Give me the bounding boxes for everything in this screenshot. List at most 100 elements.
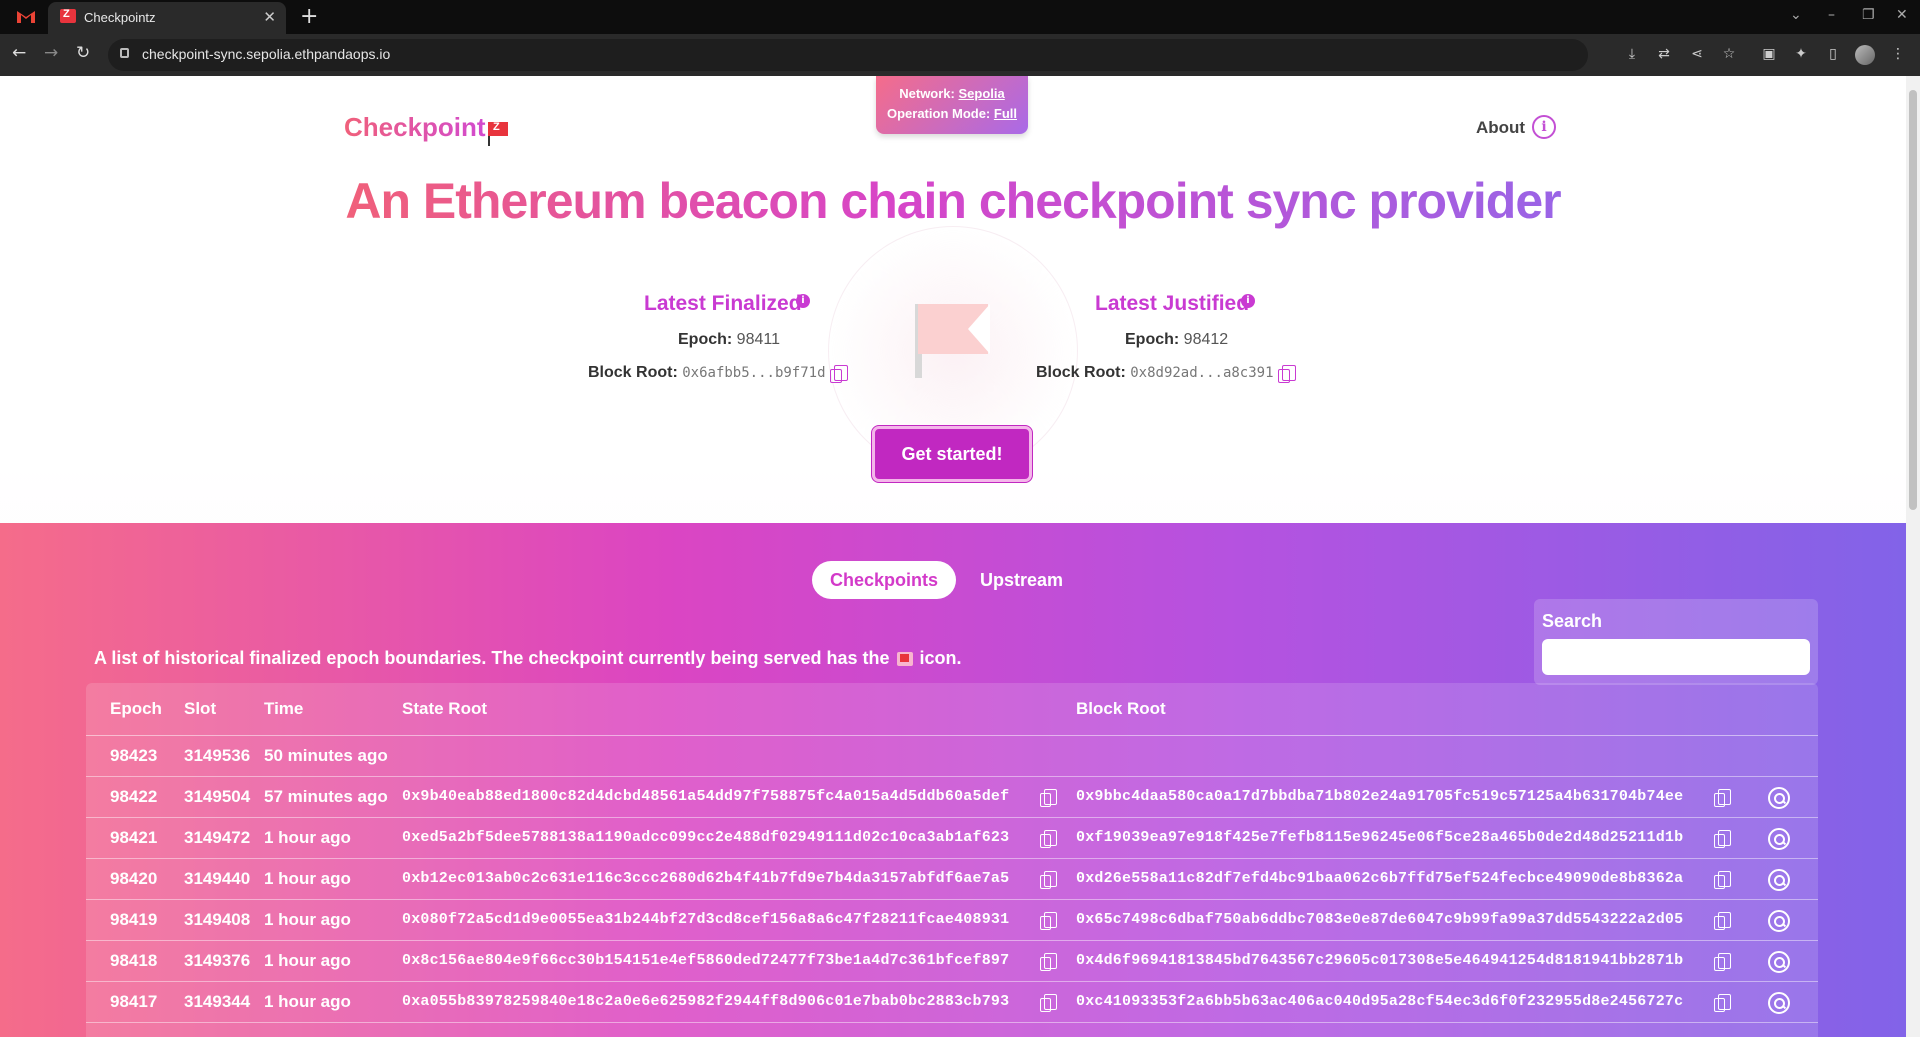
table-row[interactable]: 98422 3149504 57 minutes ago 0x9b40eab88… <box>86 777 1818 818</box>
inspect-search-icon[interactable] <box>1768 828 1790 850</box>
mode-link[interactable]: Full <box>994 106 1017 121</box>
about-info-icon[interactable]: i <box>1532 115 1556 139</box>
cell-block-root: 0x9bbc4daa580ca0a17d7bbdba71b802e24a9170… <box>1076 788 1684 805</box>
browser-tab[interactable]: Checkpointz ✕ <box>48 2 286 34</box>
tab-close-icon[interactable]: ✕ <box>263 8 276 26</box>
page-content: Network: Sepolia Operation Mode: Full Ch… <box>0 76 1906 1037</box>
inspect-search-icon[interactable] <box>1768 787 1790 809</box>
description-suffix: icon. <box>919 648 962 668</box>
description-text: A list of historical finalized epoch bou… <box>94 648 890 668</box>
tab-upstream[interactable]: Upstream <box>980 561 1100 599</box>
checkpoints-table: Epoch Slot Time State Root Block Root 98… <box>86 683 1818 1037</box>
search-panel: Search <box>1534 599 1818 685</box>
install-icon[interactable]: ⤓ <box>1624 46 1640 62</box>
address-bar[interactable]: checkpoint-sync.sepolia.ethpandaops.io <box>108 39 1588 71</box>
copy-icon[interactable] <box>1714 830 1731 848</box>
logo-text[interactable]: Checkpoint <box>344 112 486 143</box>
copy-icon[interactable] <box>1040 789 1057 807</box>
scrollbar-thumb[interactable] <box>1909 90 1917 510</box>
served-flag-icon <box>896 652 913 667</box>
tab-title: Checkpointz <box>84 10 156 25</box>
cell-block-root: 0x4d6f96941813845bd7643567c29605c017308e… <box>1076 952 1684 969</box>
inspect-search-icon[interactable] <box>1768 992 1790 1014</box>
header-state-root[interactable]: State Root <box>402 699 487 719</box>
gmail-icon[interactable] <box>16 8 36 24</box>
copy-icon[interactable] <box>1714 789 1731 807</box>
cell-slot: 3149472 <box>184 828 251 847</box>
table-row[interactable]: 98420 3149440 1 hour ago 0xb12ec013ab0c2… <box>86 859 1818 900</box>
cell-time: 57 minutes ago <box>264 787 388 806</box>
restore-icon[interactable]: ❐ <box>1862 7 1875 23</box>
copy-icon[interactable] <box>1714 912 1731 930</box>
translate-icon[interactable]: ⇄ <box>1656 46 1672 62</box>
justified-root-value: 0x8d92ad...a8c391 <box>1130 365 1274 381</box>
new-tab-button[interactable]: + <box>300 4 318 29</box>
justified-root: Block Root: 0x8d92ad...a8c391 <box>1036 364 1296 383</box>
forward-button[interactable]: → <box>44 43 58 63</box>
cell-slot: 3149440 <box>184 869 251 888</box>
network-badge: Network: Sepolia Operation Mode: Full <box>876 76 1028 134</box>
menu-kebab-icon[interactable]: ⋮ <box>1890 46 1906 62</box>
table-row[interactable]: 98421 3149472 1 hour ago 0xed5a2bf5dee57… <box>86 818 1818 859</box>
mode-label: Operation Mode: <box>886 106 991 121</box>
extension-icon[interactable]: ▣ <box>1761 46 1777 62</box>
header-slot[interactable]: Slot <box>184 699 216 719</box>
cell-slot: 3149344 <box>184 992 251 1011</box>
table-row[interactable]: 98418 3149376 1 hour ago 0x8c156ae804e9f… <box>86 941 1818 982</box>
network-link[interactable]: Sepolia <box>959 86 1005 101</box>
get-started-button[interactable]: Get started! <box>872 426 1032 482</box>
headline-text: An Ethereum beacon chain checkpoint sync… <box>345 173 1561 229</box>
cell-epoch: 98419 <box>110 910 158 929</box>
cell-time: 1 hour ago <box>264 910 351 929</box>
copy-icon[interactable] <box>1040 912 1057 930</box>
copy-icon[interactable] <box>1277 364 1296 383</box>
minimize-icon[interactable]: – <box>1828 7 1835 23</box>
window-close-icon[interactable]: ✕ <box>1896 7 1908 23</box>
url-text[interactable]: checkpoint-sync.sepolia.ethpandaops.io <box>142 46 390 62</box>
justified-epoch-value: 98412 <box>1183 331 1229 348</box>
search-input[interactable] <box>1542 639 1810 675</box>
table-description: A list of historical finalized epoch bou… <box>94 648 962 669</box>
sidepanel-icon[interactable]: ▯ <box>1825 46 1841 62</box>
copy-icon[interactable] <box>1040 830 1057 848</box>
header-epoch[interactable]: Epoch <box>110 699 162 719</box>
table-row[interactable]: 98423 3149536 50 minutes ago <box>86 736 1818 777</box>
table-row[interactable]: 98419 3149408 1 hour ago 0x080f72a5cd1d9… <box>86 900 1818 941</box>
copy-icon[interactable] <box>1714 953 1731 971</box>
cell-epoch: 98417 <box>110 992 158 1011</box>
copy-icon[interactable] <box>1714 871 1731 889</box>
copy-icon[interactable] <box>829 364 848 383</box>
cell-epoch: 98421 <box>110 828 158 847</box>
back-button[interactable]: ← <box>12 43 26 63</box>
browser-tabbar: Checkpointz ✕ + ⌄ – ❐ ✕ <box>0 0 1920 34</box>
reload-button[interactable]: ↻ <box>76 43 90 63</box>
bookmark-star-icon[interactable]: ☆ <box>1721 46 1737 62</box>
header-time[interactable]: Time <box>264 699 303 719</box>
finalized-info-icon[interactable]: i <box>796 294 810 308</box>
profile-avatar[interactable] <box>1855 45 1875 65</box>
checkpointz-favicon-icon <box>60 8 76 23</box>
puzzle-icon[interactable]: ✦ <box>1793 46 1809 62</box>
lock-icon <box>120 48 129 58</box>
copy-icon[interactable] <box>1040 953 1057 971</box>
about-link[interactable]: About <box>1476 118 1525 138</box>
share-icon[interactable]: ⋖ <box>1689 46 1705 62</box>
inspect-search-icon[interactable] <box>1768 910 1790 932</box>
copy-icon[interactable] <box>1040 871 1057 889</box>
justified-epoch: Epoch: 98412 <box>1125 331 1228 349</box>
copy-icon[interactable] <box>1714 994 1731 1012</box>
cell-state-root: 0xed5a2bf5dee5788138a1190adcc099cc2e488d… <box>402 829 1010 846</box>
header-block-root[interactable]: Block Root <box>1076 699 1166 719</box>
tab-checkpoints[interactable]: Checkpoints <box>812 561 956 599</box>
cell-time: 50 minutes ago <box>264 746 388 765</box>
justified-info-icon[interactable]: i <box>1241 294 1255 308</box>
cell-time: 1 hour ago <box>264 869 351 888</box>
cell-block-root: 0xc41093353f2a6bb5b63ac406ac040d95a28cf5… <box>1076 993 1684 1010</box>
inspect-search-icon[interactable] <box>1768 951 1790 973</box>
page-scrollbar[interactable] <box>1906 76 1920 1037</box>
copy-icon[interactable] <box>1040 994 1057 1012</box>
table-row[interactable]: 98417 3149344 1 hour ago 0xa055b83978259… <box>86 982 1818 1023</box>
tab-list-icon[interactable]: ⌄ <box>1790 7 1802 23</box>
inspect-search-icon[interactable] <box>1768 869 1790 891</box>
finalized-title: Latest Finalized <box>644 292 802 315</box>
